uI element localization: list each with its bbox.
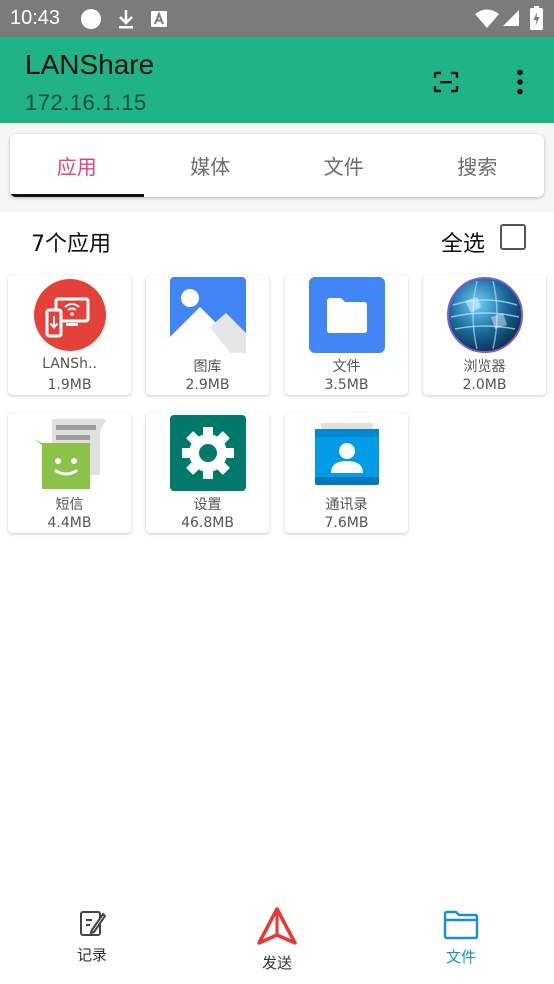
- app-name: 短信: [55, 497, 84, 513]
- tabs-container: 应用 媒体 文件 搜索: [0, 123, 554, 212]
- app-notification-icon: [151, 11, 167, 27]
- browser-icon: [447, 277, 523, 353]
- ip-address: 172.16.1.15: [25, 90, 147, 115]
- battery-icon: [530, 6, 543, 30]
- app-card-browser[interactable]: 浏览器 2.0MB: [423, 275, 546, 395]
- select-all-label[interactable]: 全选: [441, 226, 485, 258]
- app-size: 7.6MB: [324, 515, 369, 531]
- history-icon: [80, 911, 107, 936]
- app-card-contacts[interactable]: 通讯录 7.6MB: [285, 413, 408, 533]
- summary-row: 7个应用 全选: [0, 212, 554, 268]
- tab-search[interactable]: 搜索: [411, 134, 545, 197]
- app-size: 2.0MB: [462, 377, 507, 393]
- settings-icon: [170, 415, 246, 491]
- app-name: 浏览器: [463, 359, 506, 375]
- app-card-lanshare[interactable]: LANSh.. 1.9MB: [8, 275, 131, 395]
- tab-bar: 应用 媒体 文件 搜索: [10, 134, 544, 197]
- nav-history-label: 记录: [76, 946, 107, 964]
- status-time: 10:43: [10, 7, 61, 29]
- files-icon: [309, 277, 385, 353]
- more-vert-icon: [517, 69, 523, 95]
- app-name: 通讯录: [325, 497, 368, 513]
- download-icon: [119, 10, 133, 29]
- more-options-button[interactable]: [503, 65, 537, 99]
- messaging-icon: [34, 419, 106, 489]
- nav-files[interactable]: 文件: [411, 910, 511, 967]
- wifi-icon: [475, 9, 499, 28]
- scan-icon: [433, 71, 459, 93]
- tab-media[interactable]: 媒体: [144, 134, 278, 197]
- app-name: 设置: [193, 497, 222, 513]
- tab-files[interactable]: 文件: [277, 134, 411, 197]
- tab-apps[interactable]: 应用: [10, 134, 144, 197]
- nav-send[interactable]: 发送: [227, 906, 327, 973]
- app-size: 1.9MB: [47, 377, 92, 393]
- scan-button[interactable]: [429, 65, 463, 99]
- nav-history[interactable]: 记录: [42, 908, 142, 965]
- app-size: 4.4MB: [47, 515, 92, 531]
- status-bar: 10:43: [0, 0, 554, 37]
- contacts-icon: [315, 423, 379, 485]
- app-name: 图库: [193, 359, 222, 375]
- gallery-icon: [170, 277, 246, 353]
- app-name: 文件: [332, 359, 361, 375]
- app-size: 2.9MB: [185, 377, 230, 393]
- app-bar: LANShare 172.16.1.15: [0, 37, 554, 123]
- signal-icon: [503, 10, 519, 26]
- app-count: 7个应用: [31, 232, 111, 257]
- lanshare-icon: [34, 279, 106, 351]
- select-all-checkbox[interactable]: [500, 224, 526, 250]
- app-card-files[interactable]: 文件 3.5MB: [285, 275, 408, 395]
- bottom-navigation: 记录 发送 文件: [0, 890, 554, 984]
- app-size: 46.8MB: [181, 515, 234, 531]
- notification-dot-icon: [81, 9, 101, 29]
- app-card-messaging[interactable]: 短信 4.4MB: [8, 413, 131, 533]
- nav-send-label: 发送: [261, 954, 292, 972]
- app-name: LANSh..: [42, 356, 97, 372]
- folder-icon: [443, 910, 479, 940]
- app-title: LANShare: [25, 49, 155, 80]
- app-card-settings[interactable]: 设置 46.8MB: [146, 413, 269, 533]
- app-card-gallery[interactable]: 图库 2.9MB: [146, 275, 269, 395]
- app-size: 3.5MB: [324, 377, 369, 393]
- send-icon: [257, 907, 297, 945]
- nav-files-label: 文件: [445, 948, 476, 966]
